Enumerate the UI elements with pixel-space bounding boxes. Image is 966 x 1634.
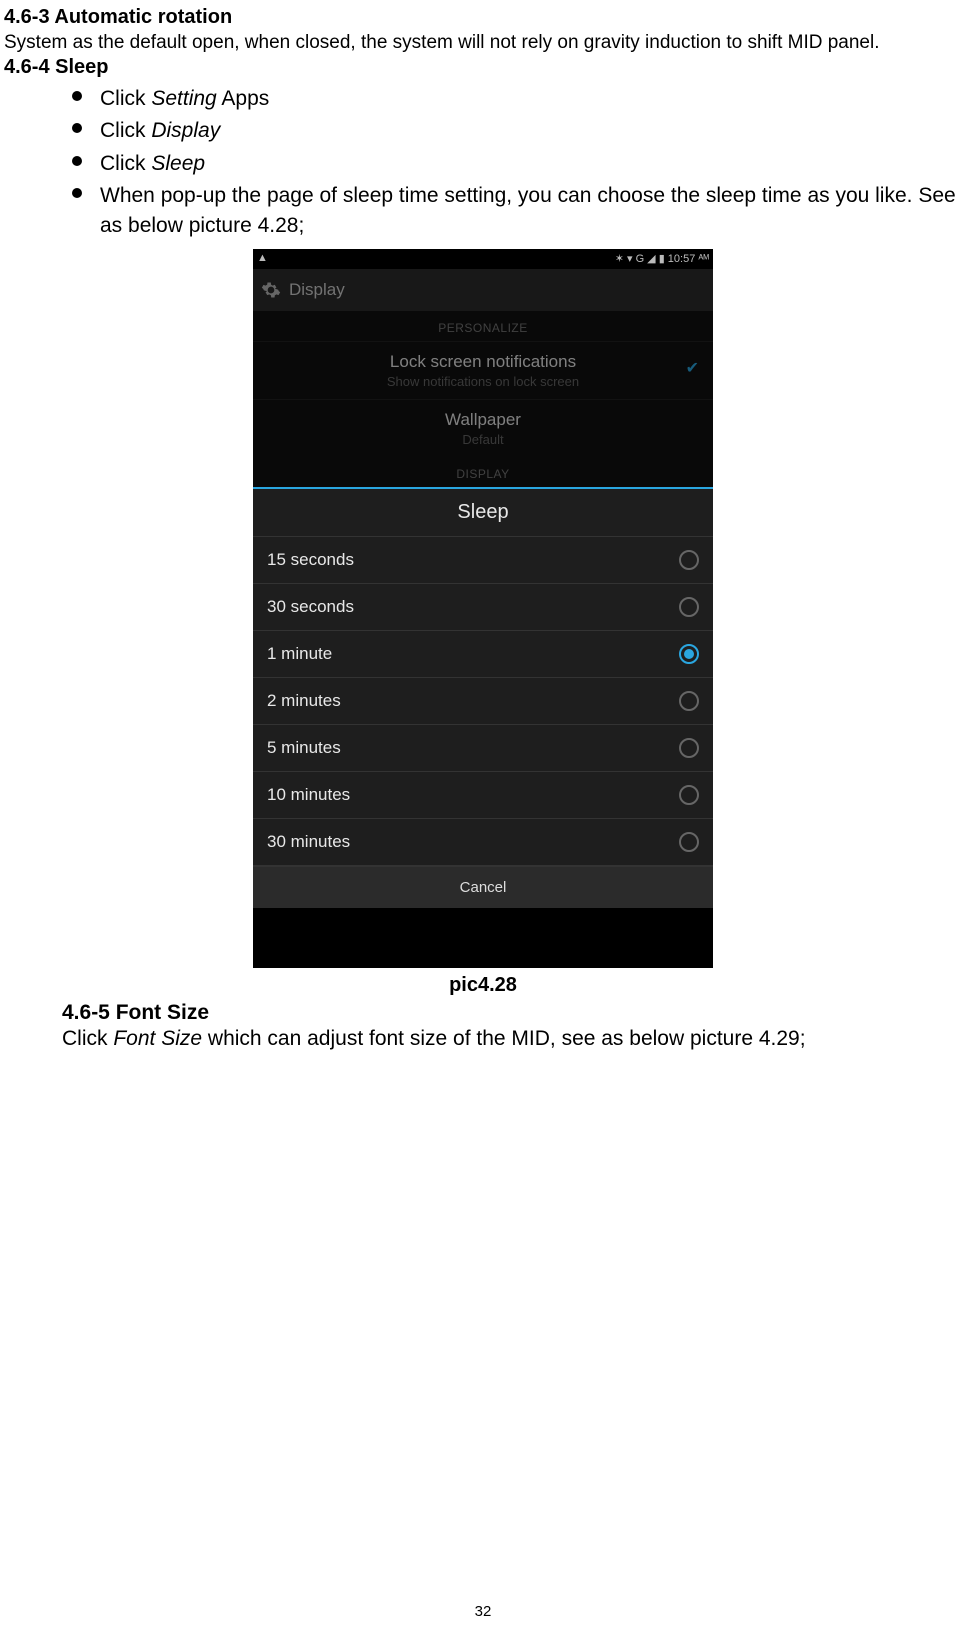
text: Click bbox=[62, 1027, 113, 1050]
bullet-text-italic: Sleep bbox=[151, 152, 205, 175]
sleep-option-30s[interactable]: 30 seconds bbox=[253, 584, 713, 631]
radio-icon bbox=[679, 550, 699, 570]
document-page: 4.6-3 Automatic rotation System as the d… bbox=[0, 6, 966, 1634]
radio-icon bbox=[679, 785, 699, 805]
wallpaper-row[interactable]: Wallpaper Default bbox=[253, 399, 713, 457]
paragraph-4-6-5: Click Font Size which can adjust font si… bbox=[62, 1027, 966, 1051]
option-label: 15 seconds bbox=[267, 550, 354, 570]
sleep-option-1m[interactable]: 1 minute bbox=[253, 631, 713, 678]
option-label: 1 minute bbox=[267, 644, 332, 664]
bullet-text: Click bbox=[100, 119, 151, 142]
heading-4-6-4: 4.6-4 Sleep bbox=[4, 56, 966, 79]
option-label: 10 minutes bbox=[267, 785, 350, 805]
radio-icon bbox=[679, 738, 699, 758]
bullet-item-3: Click Sleep bbox=[0, 148, 966, 180]
option-label: 5 minutes bbox=[267, 738, 341, 758]
sleep-option-2m[interactable]: 2 minutes bbox=[253, 678, 713, 725]
status-bar: ▲ ✶ ▾ G ◢ ▮ 10:57 ᴬᴹ bbox=[253, 249, 713, 269]
settings-titlebar: Display bbox=[253, 269, 713, 311]
phone-screenshot: ▲ ✶ ▾ G ◢ ▮ 10:57 ᴬᴹ Display PERSONALIZE… bbox=[253, 249, 713, 968]
bullet-text: When pop-up the page of sleep time setti… bbox=[100, 184, 956, 237]
bullet-icon bbox=[72, 188, 82, 198]
bullet-text: Click bbox=[100, 152, 151, 175]
bullet-text: Apps bbox=[217, 87, 270, 110]
row-subtitle: Show notifications on lock screen bbox=[265, 374, 701, 389]
statusbar-left-icon: ▲ bbox=[257, 252, 268, 264]
sleep-option-10m[interactable]: 10 minutes bbox=[253, 772, 713, 819]
statusbar-right: ✶ ▾ G ◢ ▮ 10:57 ᴬᴹ bbox=[615, 252, 709, 265]
row-title: Lock screen notifications bbox=[265, 352, 701, 372]
bullet-list-4-6-4: Click Setting Apps Click Display Click S… bbox=[0, 83, 966, 243]
bullet-item-4: When pop-up the page of sleep time setti… bbox=[0, 180, 966, 243]
heading-4-6-5: 4.6-5 Font Size bbox=[62, 1001, 966, 1025]
section-display-label: DISPLAY bbox=[253, 457, 713, 487]
bullet-text-italic: Display bbox=[151, 119, 220, 142]
lock-screen-notifications-row[interactable]: Lock screen notifications Show notificat… bbox=[253, 341, 713, 399]
text: which can adjust font size of the MID, s… bbox=[202, 1027, 805, 1050]
text-italic: Font Size bbox=[113, 1027, 202, 1050]
dialog-title: Sleep bbox=[253, 489, 713, 537]
radio-icon-selected bbox=[679, 644, 699, 664]
bullet-icon bbox=[72, 156, 82, 166]
heading-4-6-3: 4.6-3 Automatic rotation bbox=[4, 6, 966, 29]
radio-icon bbox=[679, 597, 699, 617]
paragraph-4-6-3: System as the default open, when closed,… bbox=[4, 31, 962, 56]
option-label: 2 minutes bbox=[267, 691, 341, 711]
section-personalize-label: PERSONALIZE bbox=[253, 311, 713, 341]
bullet-text-italic: Setting bbox=[151, 87, 216, 110]
gear-icon bbox=[261, 280, 281, 300]
bullet-item-1: Click Setting Apps bbox=[0, 83, 966, 115]
figure-caption-4-28: pic4.28 bbox=[0, 974, 966, 997]
bullet-icon bbox=[72, 123, 82, 133]
check-icon: ✔ bbox=[686, 358, 699, 378]
sleep-dialog: Sleep 15 seconds 30 seconds 1 minute 2 m… bbox=[253, 487, 713, 908]
bullet-text: Click bbox=[100, 87, 151, 110]
bullet-icon bbox=[72, 91, 82, 101]
page-number: 32 bbox=[0, 1603, 966, 1620]
titlebar-text: Display bbox=[289, 280, 345, 300]
sleep-option-30m[interactable]: 30 minutes bbox=[253, 819, 713, 866]
option-label: 30 minutes bbox=[267, 832, 350, 852]
radio-icon bbox=[679, 691, 699, 711]
screenshot-bottom-area bbox=[253, 908, 713, 968]
cancel-button[interactable]: Cancel bbox=[253, 866, 713, 908]
option-label: 30 seconds bbox=[267, 597, 354, 617]
figure-4-28-container: ▲ ✶ ▾ G ◢ ▮ 10:57 ᴬᴹ Display PERSONALIZE… bbox=[0, 249, 966, 968]
row-subtitle: Default bbox=[265, 432, 701, 447]
radio-icon bbox=[679, 832, 699, 852]
sleep-option-5m[interactable]: 5 minutes bbox=[253, 725, 713, 772]
row-title: Wallpaper bbox=[265, 410, 701, 430]
sleep-option-15s[interactable]: 15 seconds bbox=[253, 537, 713, 584]
bullet-item-2: Click Display bbox=[0, 115, 966, 147]
